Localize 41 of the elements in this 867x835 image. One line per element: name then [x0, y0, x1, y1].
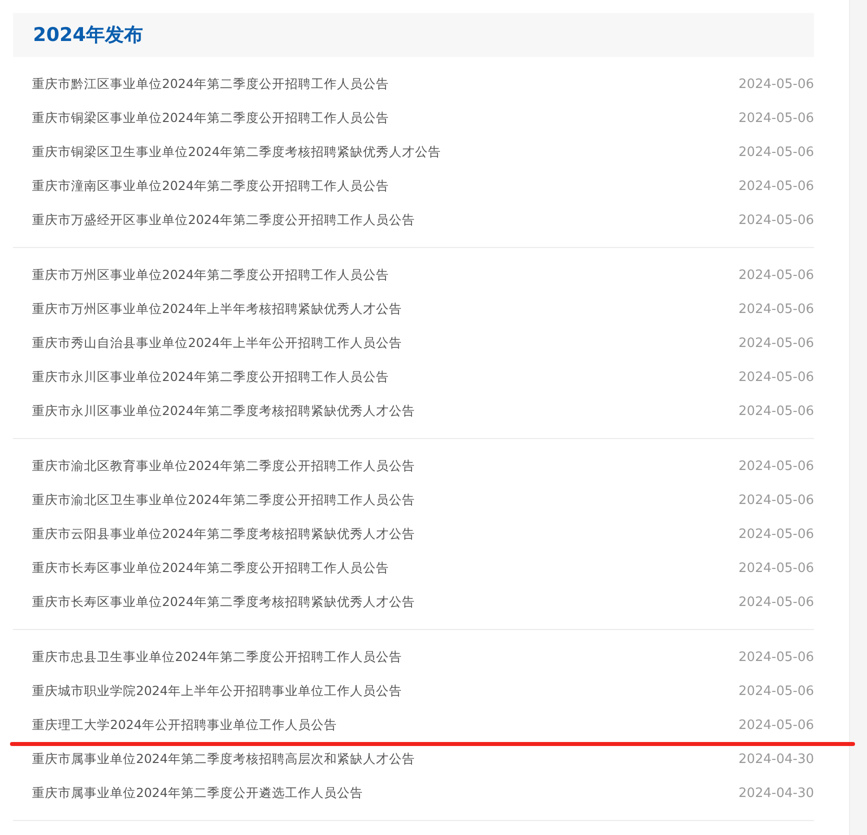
- notice-link[interactable]: 重庆市永川区事业单位2024年第二季度公开招聘工作人员公告: [32, 368, 389, 386]
- notice-date: 2024-05-06: [738, 336, 814, 350]
- notice-date: 2024-05-06: [738, 526, 814, 542]
- notice-date: 2024-05-06: [738, 268, 814, 282]
- notice-date: 2024-05-06: [738, 178, 814, 194]
- notice-date: 2024-05-06: [738, 458, 814, 474]
- notice-date: 2024-05-06: [738, 684, 814, 698]
- notice-link[interactable]: 重庆市黔江区事业单位2024年第二季度公开招聘工作人员公告: [32, 76, 389, 92]
- section-title: 2024年发布: [33, 23, 143, 48]
- notice-link[interactable]: 重庆市云阳县事业单位2024年第二季度考核招聘紧缺优秀人才公告: [32, 526, 415, 542]
- notice-link[interactable]: 重庆市渝北区教育事业单位2024年第二季度公开招聘工作人员公告: [32, 458, 415, 474]
- notice-link[interactable]: 重庆市渝北区卫生事业单位2024年第二季度公开招聘工作人员公告: [32, 492, 415, 508]
- notice-date: 2024-05-06: [738, 650, 814, 664]
- notice-link[interactable]: 重庆市万州区事业单位2024年上半年考核招聘紧缺优秀人才公告: [32, 300, 402, 318]
- notice-link[interactable]: 重庆市万州区事业单位2024年第二季度公开招聘工作人员公告: [32, 266, 389, 284]
- notice-link[interactable]: 重庆市属事业单位2024年第二季度考核招聘高层次和紧缺人才公告: [32, 750, 415, 768]
- notice-date: 2024-04-30: [738, 752, 814, 766]
- notice-link[interactable]: 重庆市铜梁区卫生事业单位2024年第二季度考核招聘紧缺优秀人才公告: [32, 144, 441, 160]
- notice-link[interactable]: 重庆市潼南区事业单位2024年第二季度公开招聘工作人员公告: [32, 178, 389, 194]
- notice-link[interactable]: 重庆理工大学2024年公开招聘事业单位工作人员公告: [32, 716, 337, 734]
- notice-date: 2024-05-06: [738, 492, 814, 508]
- notice-link[interactable]: 重庆市长寿区事业单位2024年第二季度考核招聘紧缺优秀人才公告: [32, 594, 415, 610]
- notice-date: 2024-05-06: [738, 404, 814, 418]
- notice-link[interactable]: 重庆市铜梁区事业单位2024年第二季度公开招聘工作人员公告: [32, 110, 389, 126]
- notice-link[interactable]: 重庆市长寿区事业单位2024年第二季度公开招聘工作人员公告: [32, 560, 389, 576]
- notice-link[interactable]: 重庆市万盛经开区事业单位2024年第二季度公开招聘工作人员公告: [32, 212, 415, 228]
- notice-link[interactable]: 重庆市属事业单位2024年第二季度公开遴选工作人员公告: [32, 784, 363, 802]
- notice-link[interactable]: 重庆市永川区事业单位2024年第二季度考核招聘紧缺优秀人才公告: [32, 402, 415, 420]
- notice-date: 2024-05-06: [738, 302, 814, 316]
- notice-link[interactable]: 重庆市秀山自治县事业单位2024年上半年公开招聘工作人员公告: [32, 334, 402, 352]
- notice-date: 2024-05-06: [738, 144, 814, 160]
- notice-date: 2024-05-06: [738, 594, 814, 610]
- notice-date: 2024-05-06: [738, 76, 814, 92]
- notice-date: 2024-05-06: [738, 370, 814, 384]
- notice-date: 2024-05-06: [738, 718, 814, 732]
- notice-date: 2024-05-06: [738, 110, 814, 126]
- notice-date: 2024-05-06: [738, 212, 814, 228]
- notice-date: 2024-05-06: [738, 560, 814, 576]
- notice-link[interactable]: 重庆城市职业学院2024年上半年公开招聘事业单位工作人员公告: [32, 682, 402, 700]
- notice-date: 2024-04-30: [738, 786, 814, 800]
- notice-link[interactable]: 重庆市忠县卫生事业单位2024年第二季度公开招聘工作人员公告: [32, 648, 402, 666]
